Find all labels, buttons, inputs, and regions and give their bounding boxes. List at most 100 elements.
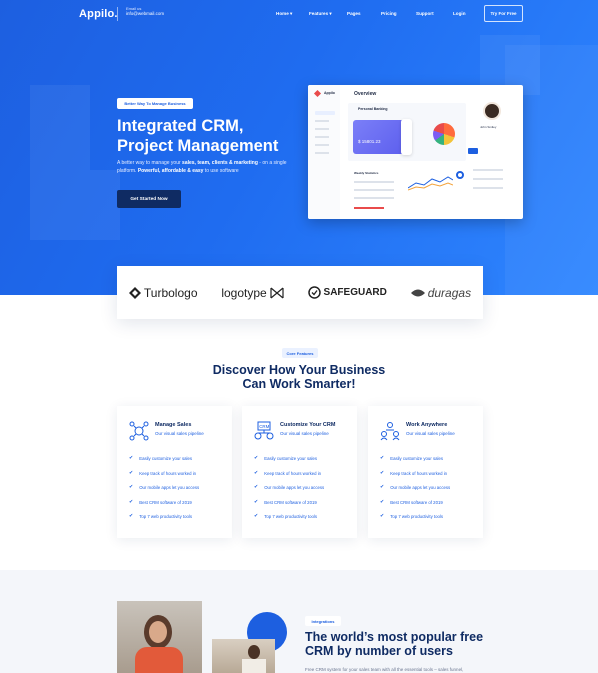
dashboard-sidebar: Appilo [308, 85, 340, 219]
stat-line [354, 189, 394, 191]
desc-text: to use software [203, 168, 239, 174]
check-icon: ✔ [380, 455, 385, 461]
integrations-description: Free CRM system for your sales team with… [305, 667, 464, 672]
person-body-shape [242, 659, 266, 673]
list-item-text: Top 7 web productivity tools [264, 514, 317, 520]
banking-panel: Personal Banking $ 15801.23 [348, 103, 466, 161]
nav-pages[interactable]: Pages [347, 11, 361, 16]
hero-title-line2: Project Management [117, 137, 279, 155]
integrations-title: The world’s most popular free CRM by num… [305, 630, 505, 658]
feature-card-manage-sales[interactable]: Manage Sales Our visual sales pipeline ✔… [117, 406, 232, 538]
stats-title: Weekly Statistics [354, 171, 379, 175]
contact-email[interactable]: info@webmail.com [126, 11, 164, 16]
logotype-icon [270, 287, 284, 298]
nav-features[interactable]: Features ▾ [309, 11, 332, 17]
list-item-text: Best CRM software of 2019 [390, 499, 443, 505]
list-item: ✔ Best CRM software of 2019 [129, 498, 199, 515]
banking-title: Personal Banking [358, 107, 388, 111]
card-subtitle: Our visual sales pipeline [155, 431, 204, 436]
logo-text: duragas [427, 285, 472, 300]
list-item: ✔ Keep track of hours worked in [380, 470, 450, 486]
list-item-text: Our mobile apps let you access [390, 485, 451, 491]
features-title-line2: Can Work Smarter! [242, 377, 356, 391]
hero-description: A better way to manage your sales, team,… [117, 159, 297, 175]
try-free-button[interactable]: Try For Free [484, 5, 523, 22]
side-list [473, 165, 513, 201]
sidebar-item [315, 120, 329, 122]
card-title: Work Anywhere [406, 422, 448, 428]
safeguard-icon [307, 286, 321, 299]
face-shape [149, 621, 167, 643]
stat-line [354, 197, 394, 199]
logo-text: SAFEGUARD [323, 287, 387, 298]
sidebar-item [315, 136, 329, 138]
list-item: ✔ Top 7 web productivity tools [380, 514, 450, 529]
stat-bar [354, 207, 384, 209]
client-logos: Turbologo logotype SAFEGUARD duragas [117, 266, 483, 319]
office-photo [212, 639, 275, 673]
list-item: ✔ Keep track of hours worked in [254, 469, 324, 486]
nav-pricing[interactable]: Pricing [381, 11, 397, 16]
landing-page: Appilo. Email us info@webmail.com Home ▾… [0, 0, 598, 673]
check-icon: ✔ [380, 513, 385, 520]
dashboard-mockup: Appilo Overview Personal Banking $ 15801… [308, 85, 523, 219]
turbologo-icon [128, 286, 141, 299]
list-item-text: Top 7 web productivity tools [390, 514, 443, 520]
check-icon: ✔ [129, 455, 134, 461]
hero-title-line1: Integrated CRM, [117, 117, 244, 135]
dashboard-app-name: Appilo [324, 91, 335, 95]
list-item-text: Keep track of hours worked in [390, 470, 448, 476]
logo-text: Turbologo [143, 285, 198, 300]
sidebar-item [315, 144, 329, 146]
card-subtitle: Our visual sales pipeline [406, 431, 455, 436]
contact-info: Email us info@webmail.com [126, 6, 164, 16]
check-icon: ✔ [254, 484, 259, 491]
list-item-text: Best CRM software of 2019 [139, 499, 192, 505]
list-item: ✔ Our mobile apps let you access [254, 485, 324, 500]
check-icon: ✔ [254, 455, 259, 461]
user-name: John Smiley [480, 125, 497, 129]
bg-square [30, 85, 90, 240]
check-icon: ✔ [254, 469, 259, 476]
list-item-text: Easily customize your sales [264, 456, 317, 461]
svg-text:CRM: CRM [259, 424, 269, 429]
list-item: ✔ Best CRM software of 2019 [254, 498, 324, 515]
check-icon: ✔ [129, 513, 134, 520]
nav-home[interactable]: Home ▾ [276, 11, 292, 17]
check-icon: ✔ [380, 498, 385, 505]
features-badge: Core Features [282, 348, 318, 358]
hero-title: Integrated CRM, Project Management [117, 116, 317, 156]
list-item: ✔ Top 7 web productivity tools [254, 514, 324, 529]
nav-divider [117, 7, 118, 21]
brand-logo[interactable]: Appilo. [79, 8, 118, 20]
sidebar-item [315, 152, 329, 154]
check-icon: ✔ [129, 498, 134, 505]
get-started-button[interactable]: Get Started Now [117, 190, 181, 208]
logo-duragas: duragas [410, 285, 472, 300]
hero-badge: Better Way To Manage Business [117, 98, 193, 109]
list-item-text: Top 7 web productivity tools [139, 514, 192, 520]
nav-login[interactable]: Login [453, 11, 466, 16]
features-title: Discover How Your Business Can Work Smar… [0, 363, 598, 391]
feature-card-work-anywhere[interactable]: Work Anywhere Our visual sales pipeline … [368, 406, 483, 538]
card-title: Customize Your CRM [280, 422, 336, 428]
nav-support[interactable]: Support [416, 11, 434, 16]
list-item: ✔ Keep track of hours worked in [129, 470, 199, 486]
small-card [468, 148, 478, 154]
sidebar-active-item [315, 111, 335, 115]
stat-line [354, 181, 394, 183]
line-chart [408, 176, 453, 191]
person-head-shape [248, 645, 260, 659]
bg-square [90, 170, 120, 240]
check-icon: ✔ [254, 498, 259, 505]
card-balance: $ 15801.23 [358, 139, 381, 144]
user-avatar [483, 102, 501, 120]
list-item-text: Easily customize your sales [390, 456, 443, 461]
crm-icon: CRM [254, 421, 274, 440]
feature-card-customize-crm[interactable]: CRM Customize Your CRM Our visual sales … [242, 406, 357, 538]
list-item-text: Keep track of hours worked in [264, 470, 322, 476]
card-slider [401, 119, 412, 155]
list-item: ✔ Easily customize your sales [254, 456, 324, 471]
desc-text: A better way to manage your [117, 160, 183, 166]
list-item-text: Our mobile apps let you access [264, 485, 325, 491]
